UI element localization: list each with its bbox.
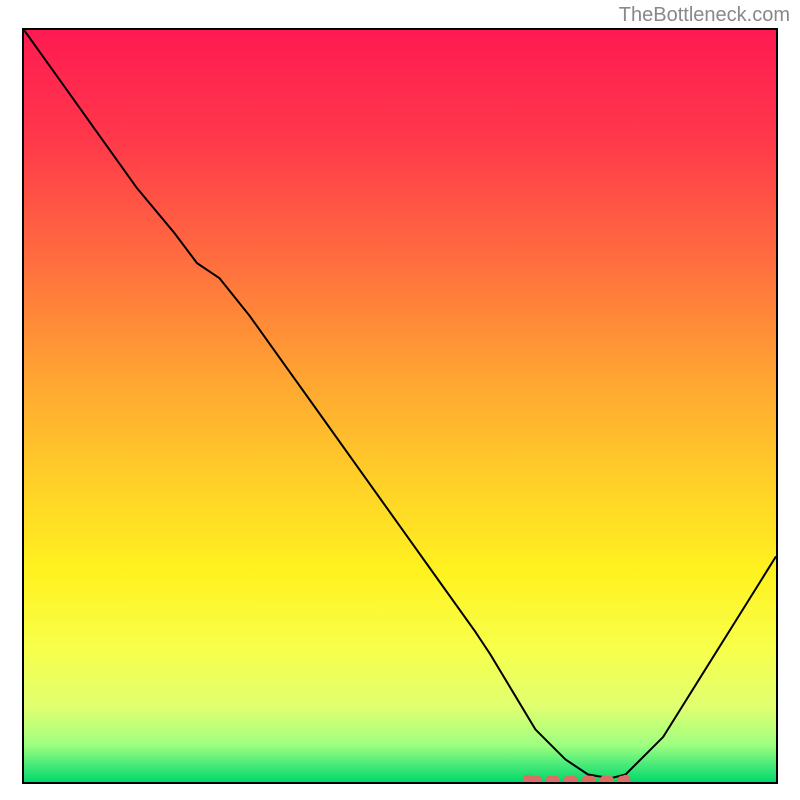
watermark-text: TheBottleneck.com [619,4,790,27]
plot-area [22,28,778,784]
chart-container: TheBottleneck.com [0,0,800,800]
optimal-zone-markers [24,30,776,782]
